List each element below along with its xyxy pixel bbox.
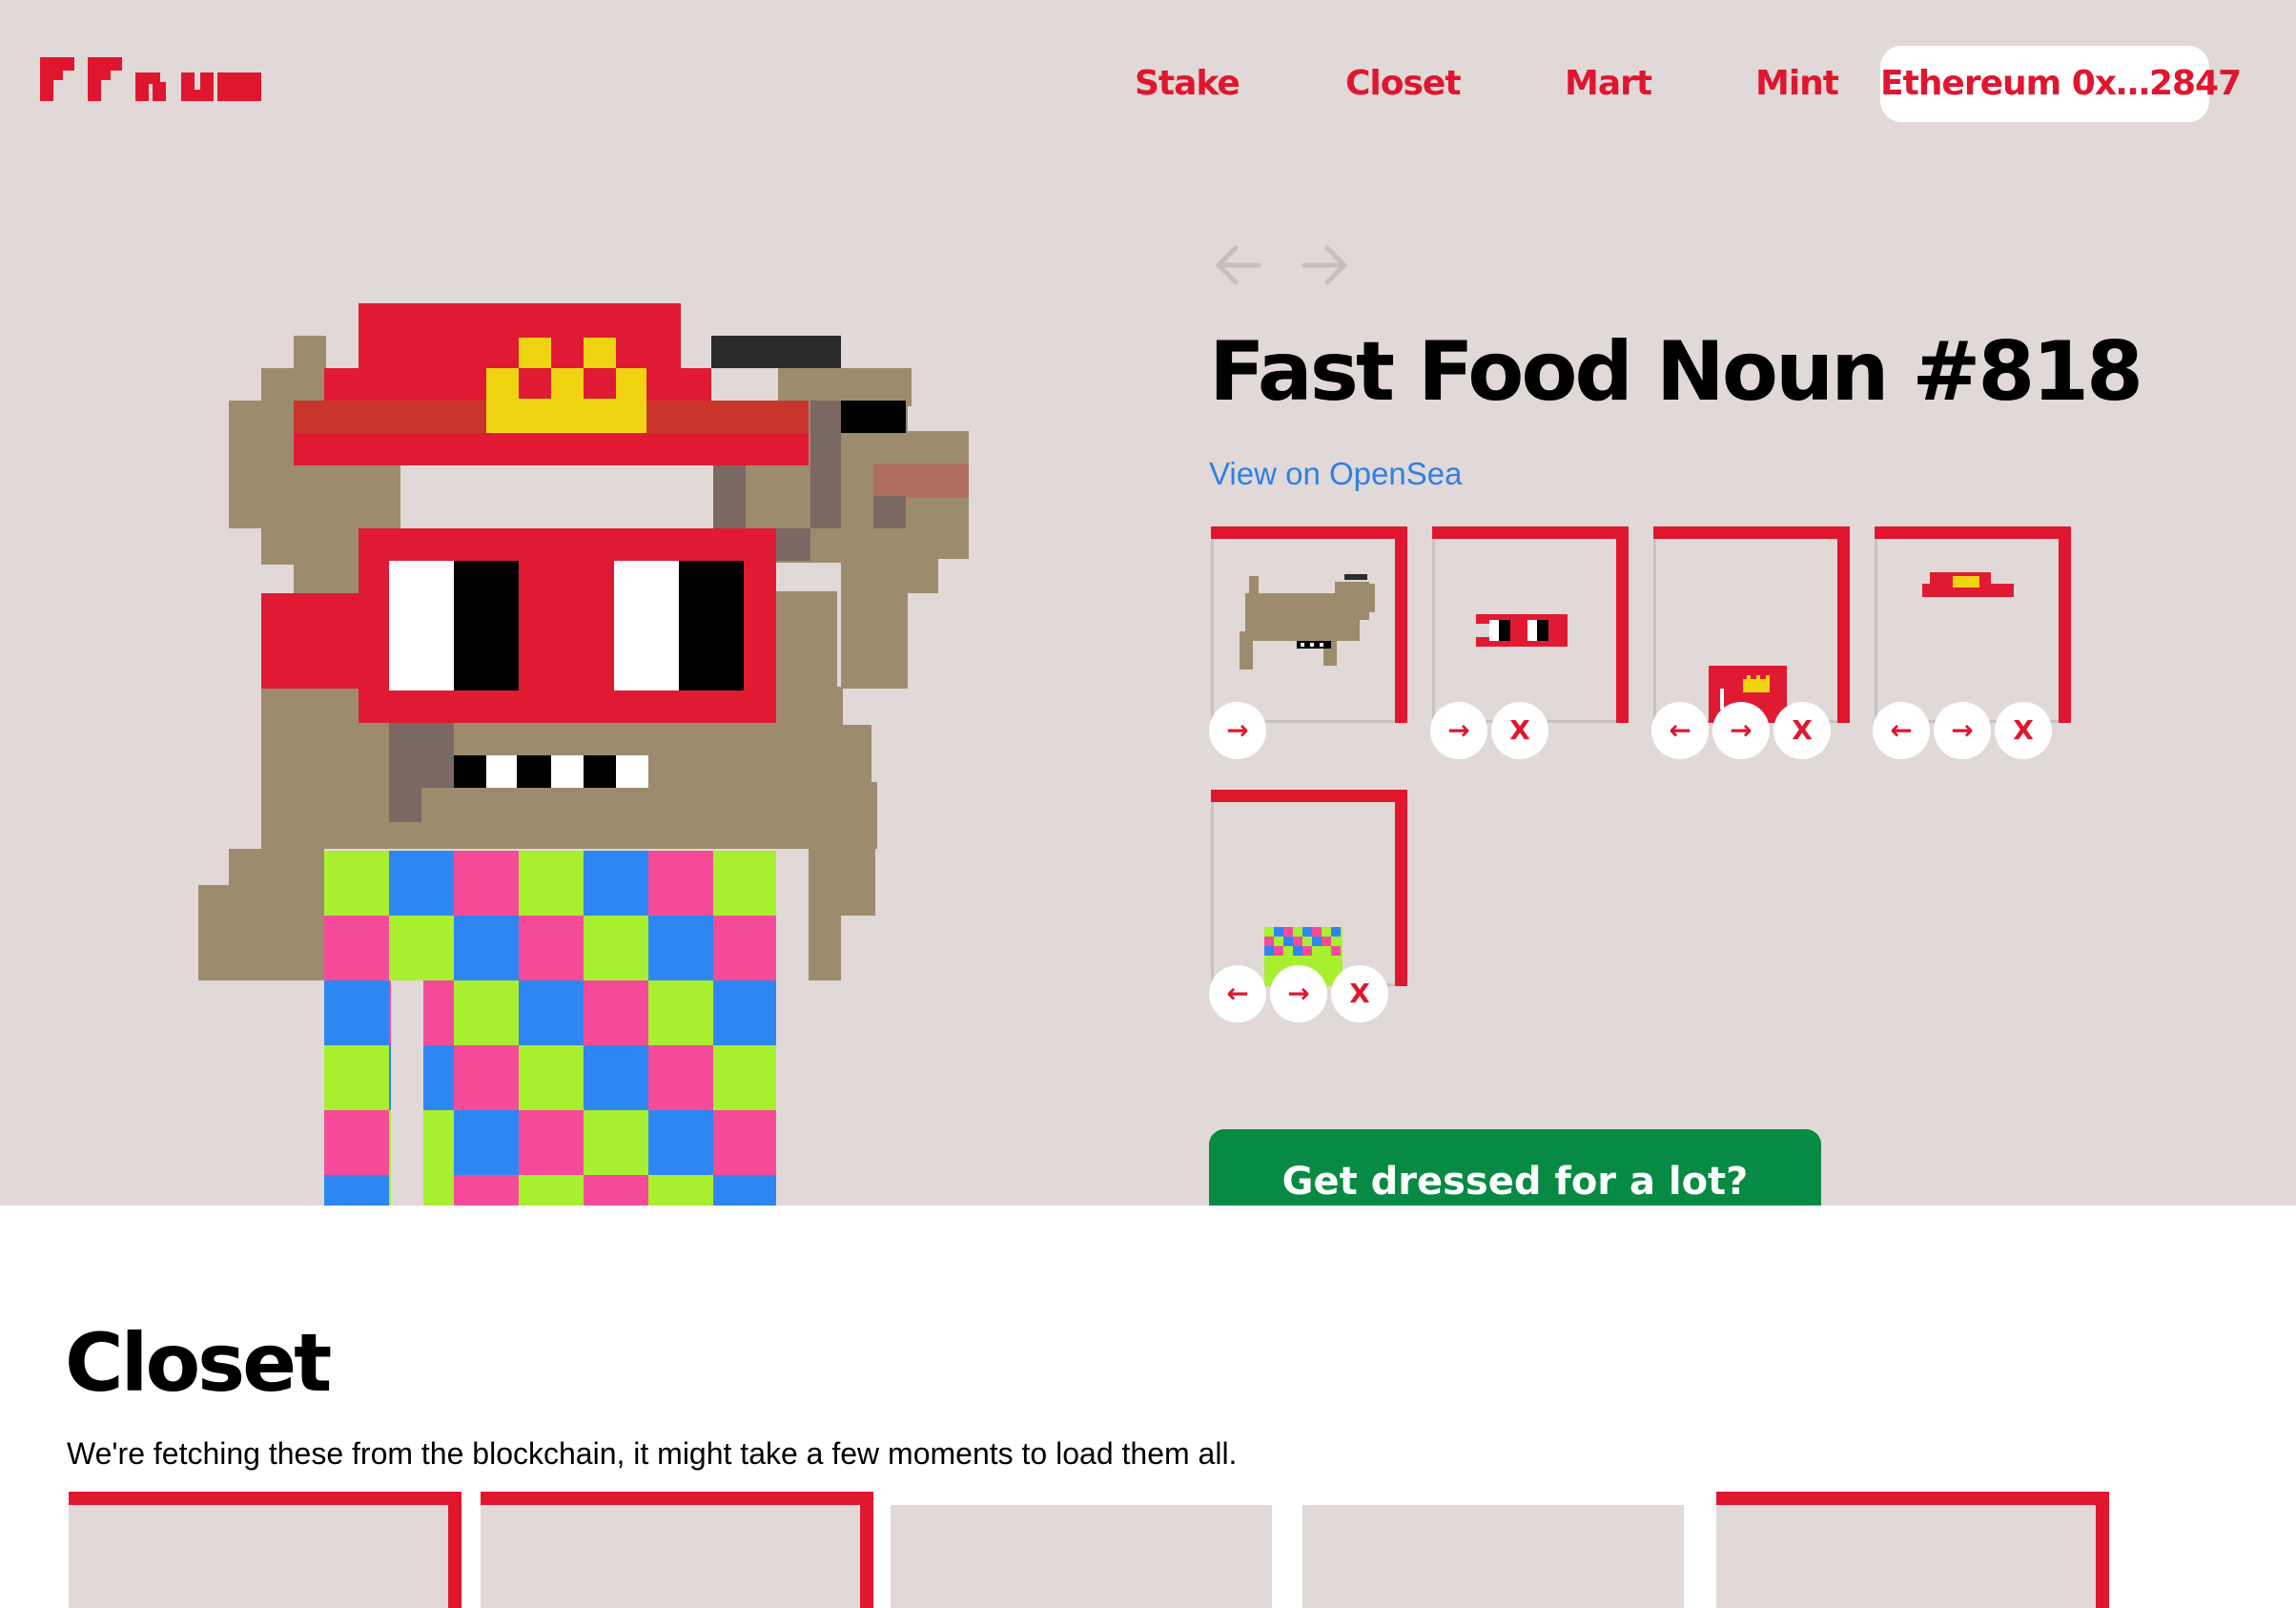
- nav-stake[interactable]: Stake: [1135, 46, 1240, 122]
- trait-accessory-next-button[interactable]: →: [1712, 702, 1770, 759]
- wallet-button[interactable]: Ethereum 0x…2847: [1880, 46, 2242, 122]
- trait-hat-next-button[interactable]: →: [1934, 702, 1991, 759]
- trait-slot-hat[interactable]: [1875, 526, 2071, 723]
- glasses-trait-image: [1476, 614, 1568, 647]
- closet-card[interactable]: [891, 1492, 1281, 1608]
- pants-trait-image: [1264, 927, 1343, 986]
- accessory-trait-image: [1709, 666, 1787, 723]
- noun-image: [198, 303, 969, 1206]
- body-trait-image: [1240, 574, 1375, 670]
- trait-slot-accessory[interactable]: [1653, 526, 1850, 723]
- trait-slot-pants[interactable]: [1211, 790, 1407, 986]
- arrow-right-icon[interactable]: [1299, 238, 1352, 292]
- trait-pants-next-button[interactable]: →: [1270, 965, 1327, 1022]
- trait-hat-prev-button[interactable]: ←: [1873, 702, 1930, 759]
- hat-trait-image: [1922, 572, 2014, 597]
- trait-glasses-next-button[interactable]: →: [1430, 702, 1487, 759]
- closet-description: We're fetching these from the blockchain…: [67, 1436, 1238, 1471]
- closet-card[interactable]: [69, 1492, 461, 1608]
- nav-mart[interactable]: Mart: [1565, 46, 1652, 122]
- closet-heading: Closet: [65, 1316, 332, 1410]
- closet-card[interactable]: [481, 1492, 873, 1608]
- trait-hat-remove-button[interactable]: X: [1995, 702, 2052, 759]
- trait-slot-glasses[interactable]: [1432, 526, 1629, 723]
- trait-pants-remove-button[interactable]: X: [1331, 965, 1388, 1022]
- opensea-link[interactable]: View on OpenSea: [1209, 456, 1462, 492]
- cta-button[interactable]: Get dressed for a lot?: [1209, 1129, 1821, 1206]
- trait-body-next-button[interactable]: →: [1209, 702, 1266, 759]
- trait-accessory-remove-button[interactable]: X: [1773, 702, 1831, 759]
- trait-accessory-prev-button[interactable]: ←: [1651, 702, 1709, 759]
- closet-card[interactable]: [1716, 1492, 2109, 1608]
- hero-section: Stake Closet Mart Mint Ethereum 0x…2847: [0, 0, 2296, 1206]
- nav-closet[interactable]: Closet: [1345, 46, 1462, 122]
- trait-glasses-remove-button[interactable]: X: [1491, 702, 1548, 759]
- noun-title: Fast Food Noun #818: [1209, 324, 2143, 420]
- arrow-left-icon[interactable]: [1211, 238, 1264, 292]
- closet-card[interactable]: [1302, 1492, 1693, 1608]
- trait-pants-prev-button[interactable]: ←: [1209, 965, 1266, 1022]
- trait-slot-body[interactable]: [1211, 526, 1407, 723]
- nav-mint[interactable]: Mint: [1755, 46, 1839, 122]
